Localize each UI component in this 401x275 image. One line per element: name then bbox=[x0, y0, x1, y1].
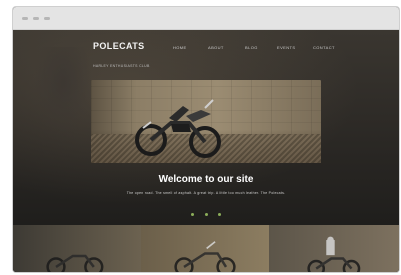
gallery-image[interactable] bbox=[141, 225, 269, 272]
website-preview-frame: POLECATS HOME ABOUT BLOG EVENTS CONTACT … bbox=[12, 6, 400, 273]
window-dot-icon bbox=[44, 17, 50, 20]
hero-subtitle: The open road. The smell of asphalt. A g… bbox=[126, 191, 286, 195]
site-tagline: HARLEY ENTHUSIASTS CLUB bbox=[93, 64, 150, 68]
youtube-icon[interactable] bbox=[217, 213, 221, 217]
window-dot-icon bbox=[33, 17, 39, 20]
nav-item-contact[interactable]: CONTACT bbox=[313, 45, 335, 50]
site-logo[interactable]: POLECATS bbox=[93, 41, 145, 51]
twitter-icon[interactable] bbox=[204, 213, 208, 217]
nav-item-events[interactable]: EVENTS bbox=[277, 45, 295, 50]
gallery-image[interactable] bbox=[269, 225, 399, 272]
gallery-image[interactable] bbox=[13, 225, 141, 272]
hero-image bbox=[91, 80, 321, 163]
nav-item-home[interactable]: HOME bbox=[173, 45, 187, 50]
browser-toolbar bbox=[13, 7, 399, 30]
gallery-strip bbox=[13, 225, 399, 272]
hero-decoration bbox=[33, 47, 93, 137]
top-navigation: HOME ABOUT BLOG EVENTS CONTACT bbox=[173, 45, 383, 55]
window-dot-icon bbox=[22, 17, 28, 20]
gallery-image-illustration bbox=[174, 241, 236, 272]
hero-title: Welcome to our site bbox=[158, 174, 254, 185]
social-links bbox=[13, 206, 399, 217]
gallery-image-illustration bbox=[46, 254, 104, 272]
nav-item-blog[interactable]: BLOG bbox=[245, 45, 258, 50]
nav-item-about[interactable]: ABOUT bbox=[208, 45, 224, 50]
facebook-icon[interactable] bbox=[191, 213, 195, 217]
motorbike-illustration bbox=[135, 99, 221, 158]
gallery-image-illustration bbox=[307, 236, 361, 272]
